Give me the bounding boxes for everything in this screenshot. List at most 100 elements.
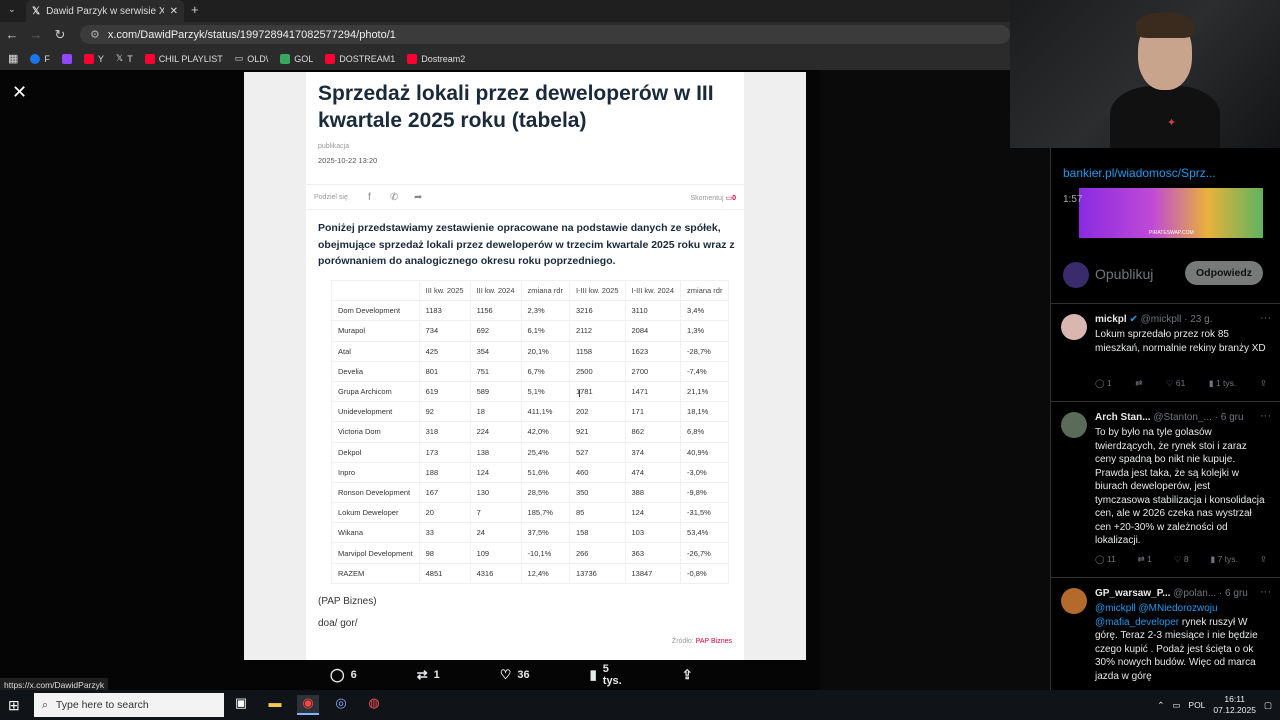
bookmark-item[interactable]: 𝕏T xyxy=(116,53,133,64)
table-cell: 138 xyxy=(469,441,522,463)
heart-icon: ♡ xyxy=(499,667,512,682)
table-cell: -9,8% xyxy=(680,481,730,504)
table-cell: 20,1% xyxy=(520,340,570,362)
chevron-up-icon[interactable]: ⌃ xyxy=(1157,700,1164,711)
more-icon[interactable]: ··· xyxy=(1260,586,1271,598)
apps-grid-icon[interactable]: ▦ xyxy=(8,52,18,65)
taskbar-search[interactable]: ⌕ Type here to search xyxy=(34,693,224,717)
like-count: 61 xyxy=(1175,378,1186,388)
url-bar[interactable]: ⚙ x.com/DawidParzyk/status/1997289417082… xyxy=(80,25,1010,44)
table-cell: 2,3% xyxy=(520,300,570,322)
tweet-handle: @polan... · 6 gru xyxy=(1173,588,1248,599)
table-row: Ronson Development 167 130 28,5% 350 388 -9,8% xyxy=(331,481,730,504)
avatar[interactable] xyxy=(1061,588,1087,614)
network-icon[interactable]: ▭ xyxy=(1172,700,1180,711)
close-icon[interactable]: ✕ xyxy=(12,82,27,103)
bookmark-item[interactable]: DOSTREAM1 xyxy=(325,53,395,64)
reply-submit-button[interactable]: Odpowiedz xyxy=(1185,261,1263,285)
share-bar: Podziel się f ✆ ➦ Skomentuj ▭0 xyxy=(306,184,744,210)
more-icon[interactable]: ··· xyxy=(1260,312,1271,324)
avatar[interactable] xyxy=(1061,412,1087,438)
table-cell: 4316 xyxy=(469,562,522,584)
reload-icon[interactable]: ↻ xyxy=(48,27,72,43)
reply-tweet[interactable]: Arch Stan... @Stanton_... · 6 gru ··· To… xyxy=(1051,401,1280,577)
chrome-icon[interactable]: ◉ xyxy=(297,695,319,715)
table-header-cell: I-III kw. 2024 xyxy=(624,279,682,302)
article-link[interactable]: bankier.pl/wiadomosc/Sprz... xyxy=(1063,166,1216,180)
clock[interactable]: 16:11 07.12.2025 xyxy=(1213,694,1256,716)
table-cell: 2084 xyxy=(624,320,682,342)
share-label: Podziel się xyxy=(314,194,348,201)
task-view-icon[interactable]: ▣ xyxy=(230,695,252,715)
browser-tab[interactable]: 𝕏 Dawid Parzyk w serwisie X: „Sp ✕ xyxy=(26,0,184,22)
share-button[interactable]: ⇪ xyxy=(682,667,693,683)
tab-title: Dawid Parzyk w serwisie X: „Sp xyxy=(46,5,164,17)
tweet-author[interactable]: GP_warsaw_P... xyxy=(1095,588,1170,599)
reply-button[interactable]: ◯ 11 xyxy=(1095,554,1116,565)
views-button[interactable]: ▮ 5 tys. xyxy=(590,663,622,687)
back-icon[interactable]: ← xyxy=(0,27,24,42)
reply-button[interactable]: ◯ 1 xyxy=(1095,378,1112,389)
repost-button[interactable]: ⇄ xyxy=(1135,378,1142,389)
bookmark-item[interactable]: GOL xyxy=(280,53,313,64)
views-button[interactable]: ▮ 1 tys. xyxy=(1209,378,1236,389)
fnatic-logo-icon: ✦ xyxy=(1167,117,1177,129)
views-button[interactable]: ▮ 7 tys. xyxy=(1211,554,1238,565)
table-cell: 124 xyxy=(624,502,682,524)
table-header-cell: I-III kw. 2025 xyxy=(568,279,626,302)
repost-button[interactable]: ⇄ 1 xyxy=(417,667,440,683)
reply-tweet[interactable]: mickpl ✔ @mickpll · 23 g. ··· Lokum sprz… xyxy=(1051,303,1280,395)
language-indicator[interactable]: POL xyxy=(1188,700,1205,710)
developer-name-cell: RAZEM xyxy=(331,562,420,584)
url-text: x.com/DawidParzyk/status/199728941708257… xyxy=(107,28,396,41)
avatar[interactable] xyxy=(1061,314,1087,340)
tab-close-icon[interactable]: ✕ xyxy=(170,6,178,17)
webcam-person-hair xyxy=(1136,12,1194,38)
tab-list-icon[interactable]: ⌄ xyxy=(8,4,16,15)
discord-icon[interactable]: ◎ xyxy=(330,695,352,715)
table-cell: 18 xyxy=(469,401,522,423)
like-button[interactable]: ♡ 8 xyxy=(1174,554,1189,565)
share-upload-icon[interactable]: ⇪ xyxy=(1260,554,1267,565)
share-upload-icon: ⇪ xyxy=(681,667,693,682)
youtube-icon xyxy=(407,53,418,64)
bookmark-folder[interactable]: ▭ OLD\ xyxy=(235,53,269,64)
site-info-icon[interactable]: ⚙ xyxy=(90,28,100,41)
bookmark-item[interactable]: CHIL PLAYLIST xyxy=(144,53,223,64)
bookmark-item[interactable]: Dostream2 xyxy=(407,53,465,64)
new-tab-icon[interactable]: + xyxy=(191,2,199,17)
tweet-author[interactable]: mickpl xyxy=(1095,314,1127,325)
repost-button[interactable]: ⇄ 1 xyxy=(1138,554,1152,565)
table-cell: 53,4% xyxy=(680,522,730,544)
reply-input[interactable]: Opublikuj xyxy=(1095,266,1153,282)
reply-tweet[interactable]: GP_warsaw_P... @polan... · 6 gru ··· @mi… xyxy=(1051,577,1280,690)
like-button[interactable]: ♡ 61 xyxy=(1166,378,1185,389)
forward-icon[interactable]: → xyxy=(24,27,48,42)
table-cell: 1158 xyxy=(568,340,626,362)
notifications-icon[interactable]: ▢ xyxy=(1264,700,1272,711)
table-cell: -10,1% xyxy=(520,542,570,564)
bookmark-item[interactable]: Y xyxy=(83,53,104,64)
table-cell: 354 xyxy=(469,340,522,362)
repost-icon: ⇄ xyxy=(416,667,428,682)
reply-button[interactable]: ◯ 6 xyxy=(330,667,357,683)
developer-name-cell: Ronson Development xyxy=(331,481,420,504)
tweet-author[interactable]: Arch Stan... xyxy=(1095,412,1151,423)
dimmed-sidebar xyxy=(820,70,1050,690)
more-icon[interactable]: ··· xyxy=(1260,410,1271,422)
table-cell: 6,1% xyxy=(520,320,570,342)
clock-date: 07.12.2025 xyxy=(1213,705,1256,715)
bookmark-item[interactable] xyxy=(61,53,72,64)
ad-preview-image[interactable]: PIRATESWAP.COM xyxy=(1079,188,1263,238)
search-icon: ⌕ xyxy=(42,698,48,711)
windows-start-icon[interactable]: ⊞ xyxy=(8,697,20,714)
tweet-text: @mickpll @MNiedorozwoju @mafia_developer… xyxy=(1095,602,1267,683)
share-upload-icon[interactable]: ⇪ xyxy=(1260,378,1267,389)
share-icon: ➦ xyxy=(414,192,423,203)
bookmark-item[interactable]: F xyxy=(30,53,50,64)
like-count: 8 xyxy=(1183,554,1189,564)
developer-name-cell: Atal xyxy=(331,340,420,362)
like-button[interactable]: ♡ 36 xyxy=(500,667,530,683)
app-icon[interactable]: ◍ xyxy=(363,695,385,715)
file-explorer-icon[interactable]: ▬ xyxy=(264,695,286,715)
